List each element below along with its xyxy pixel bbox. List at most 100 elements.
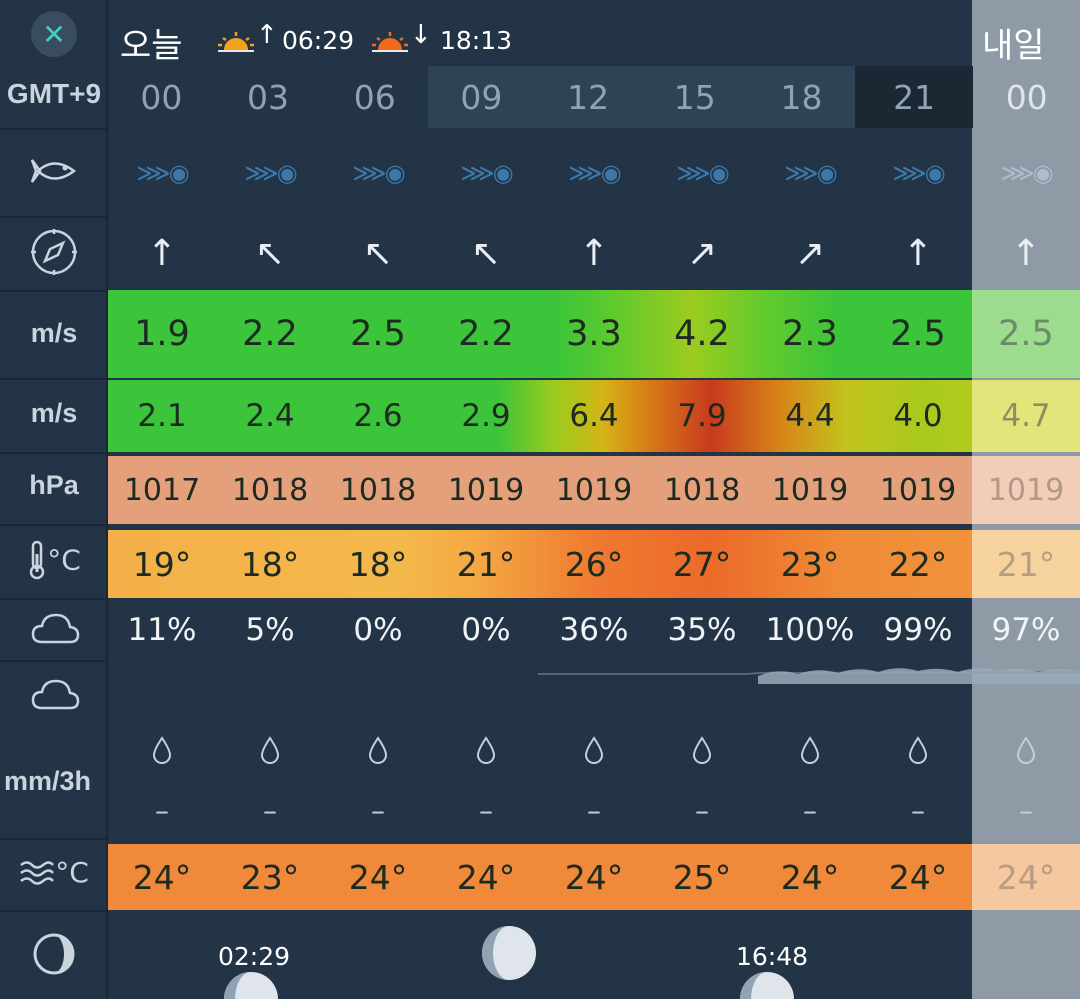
thermometer-icon	[29, 540, 45, 580]
wind-gust-value: 7.9	[677, 398, 727, 434]
raindrop-icon	[540, 730, 648, 770]
cloud-cover-value: 0%	[353, 612, 403, 648]
temperature-value: 21°	[972, 530, 1080, 598]
wind-speed-value: 2.5	[972, 290, 1080, 378]
water-temp-value: 23°	[240, 857, 300, 897]
cloud-cover-value: 97%	[991, 612, 1061, 648]
water-temp-value: 24°	[972, 844, 1080, 910]
hours-row: 00 03 06 09 12 15 18 21 00	[108, 66, 1080, 128]
precip-value: –	[911, 793, 925, 827]
hour-cell[interactable]: 18	[748, 66, 855, 128]
hour-cell[interactable]: 12	[534, 66, 642, 128]
water-temp-value: 24°	[564, 857, 624, 897]
wind-gust-value: 4.7	[972, 380, 1080, 452]
fish-rating-icon: ⋙◉	[784, 159, 837, 187]
moonset-icon	[222, 970, 280, 999]
wind-speed-value: 2.5	[350, 314, 406, 354]
temperature-value: 18°	[240, 544, 300, 584]
wind-direction-arrow: ↖	[362, 232, 394, 274]
precip-value: –	[695, 793, 709, 827]
pressure-value: 1019	[555, 472, 633, 508]
wind-gust-value: 2.9	[461, 398, 511, 434]
wind-speed-value: 3.3	[566, 314, 622, 354]
water-temp-value: 25°	[672, 857, 732, 897]
wind-speed-unit: m/s	[30, 318, 78, 348]
cloud-cover-value: 5%	[245, 612, 295, 648]
moon-phase-icon	[32, 932, 76, 976]
precip-cloud-icon	[30, 676, 80, 712]
precip-value: –	[1019, 793, 1033, 827]
precip-unit: mm/3h	[4, 766, 92, 796]
raindrop-icon	[864, 730, 972, 770]
pressure-value: 1019	[879, 472, 957, 508]
raindrop-icon	[108, 730, 216, 770]
wind-speed-row: 1.9 2.2 2.5 2.2 3.3 4.2 2.3 2.5 2.5	[108, 290, 1080, 378]
wind-direction-arrow: ↖	[470, 232, 502, 274]
temperature-row: 19° 18° 18° 21° 26° 27° 23° 22° 21°	[108, 530, 1080, 598]
wind-speed-value: 2.2	[242, 314, 298, 354]
hour-cell[interactable]: 06	[321, 66, 429, 128]
hour-cell[interactable]: 03	[214, 66, 322, 128]
cloud-cover-icon	[30, 610, 80, 646]
fish-rating-icon: ⋙◉	[136, 159, 189, 187]
hour-cell[interactable]: 00	[973, 66, 1080, 128]
water-temp-value: 24°	[780, 857, 840, 897]
wind-speed-value: 4.2	[674, 314, 730, 354]
temperature-value: 26°	[564, 544, 624, 584]
water-temp-row: 24° 23° 24° 24° 24° 25° 24° 24° 24°	[108, 844, 1080, 910]
wind-direction-arrow: ↗	[794, 232, 826, 274]
cloud-cover-row: 11% 5% 0% 0% 36% 35% 100% 99% 97%	[108, 600, 1080, 660]
wind-gust-value: 6.4	[569, 398, 619, 434]
precip-value: –	[587, 793, 601, 827]
close-button[interactable]: ✕	[31, 11, 77, 57]
wind-direction-arrow: ↗	[686, 232, 718, 274]
wind-gust-value: 2.6	[353, 398, 403, 434]
wind-speed-value: 1.9	[134, 314, 190, 354]
timezone-label: GMT+9	[6, 78, 102, 109]
cloud-cover-value: 100%	[765, 612, 855, 648]
sunset-time: 18:13	[440, 26, 513, 55]
cloud-cover-value: 11%	[127, 612, 197, 648]
fish-rating-icon: ⋙◉	[676, 159, 729, 187]
precip-value: –	[479, 793, 493, 827]
raindrop-icon	[324, 730, 432, 770]
wind-direction-row: ↑ ↖ ↖ ↖ ↑ ↗ ↗ ↑ ↑	[108, 226, 1080, 280]
fish-row: ⋙◉ ⋙◉ ⋙◉ ⋙◉ ⋙◉ ⋙◉ ⋙◉ ⋙◉ ⋙◉	[108, 150, 1080, 196]
precip-value: –	[155, 793, 169, 827]
fish-rating-icon: ⋙◉	[352, 159, 405, 187]
water-temp-value: 24°	[132, 857, 192, 897]
cloud-cover-value: 99%	[883, 612, 953, 648]
pressure-value: 1019	[447, 472, 525, 508]
pressure-unit: hPa	[29, 470, 79, 500]
cloud-cover-value: 36%	[559, 612, 629, 648]
hour-cell[interactable]: 09	[428, 66, 535, 128]
tomorrow-label: 내일	[982, 26, 1045, 66]
wind-gust-value: 2.1	[137, 398, 187, 434]
water-temp-value: 24°	[348, 857, 408, 897]
pressure-row: 1017 1018 1018 1019 1019 1018 1019 1019 …	[108, 456, 1080, 524]
cloud-cover-value: 35%	[667, 612, 737, 648]
gust-unit: m/s	[30, 398, 78, 428]
temperature-value: 23°	[780, 544, 840, 584]
water-temp-value: 24°	[888, 857, 948, 897]
fish-rating-icon: ⋙◉	[1000, 159, 1053, 187]
pressure-value: 1018	[231, 472, 309, 508]
pressure-value: 1018	[663, 472, 741, 508]
temperature-value: 27°	[672, 544, 732, 584]
temperature-value: 19°	[132, 544, 192, 584]
raindrop-icon	[432, 730, 540, 770]
wind-direction-arrow: ↑	[578, 232, 610, 274]
raindrop-icon	[756, 730, 864, 770]
fish-rating-icon: ⋙◉	[244, 159, 297, 187]
wind-direction-arrow: ↑	[146, 232, 178, 274]
fish-rating-icon: ⋙◉	[568, 159, 621, 187]
sunset-arrow: ↓	[410, 20, 432, 50]
hour-cell[interactable]: 15	[641, 66, 749, 128]
sunset-icon	[372, 30, 408, 52]
hour-cell[interactable]: 21	[854, 66, 974, 128]
close-icon: ✕	[42, 17, 66, 51]
temperature-value: 18°	[348, 544, 408, 584]
hour-cell[interactable]: 00	[108, 66, 215, 128]
precip-drop-row	[108, 730, 1080, 770]
moonrise-time: 16:48	[736, 942, 809, 971]
